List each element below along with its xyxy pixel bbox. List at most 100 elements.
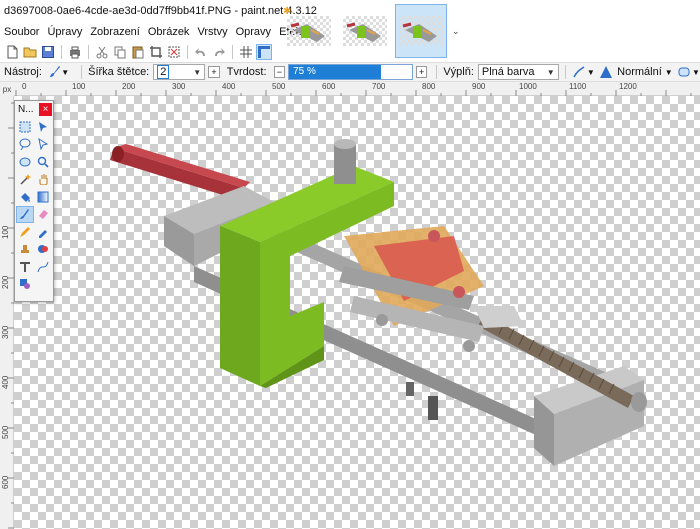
main-toolbar (0, 42, 285, 62)
hardness-value: 75 % (293, 66, 316, 77)
menu-adjustments[interactable]: Opravy (236, 26, 271, 38)
blend-mode-value[interactable]: Normální (617, 66, 662, 78)
eraser-icon[interactable] (34, 206, 52, 223)
ruler-tick-label: 1100 (569, 82, 587, 91)
menu-file[interactable]: Soubor (4, 26, 39, 38)
tools-grid (15, 117, 53, 294)
chevron-down-icon[interactable]: ▼ (61, 68, 69, 77)
ruler-tick-label: 900 (472, 82, 486, 91)
image-canvas[interactable] (14, 96, 700, 529)
chevron-down-icon[interactable]: ▼ (692, 68, 700, 77)
move-selection-icon[interactable] (34, 136, 52, 153)
options-separator (81, 65, 83, 79)
image-thumbnail (287, 16, 331, 46)
vise-render-image (110, 139, 647, 466)
lasso-select-icon[interactable] (16, 136, 34, 153)
magic-wand-icon[interactable] (16, 171, 34, 188)
ruler-toggle-icon[interactable] (256, 44, 272, 60)
menu-layers[interactable]: Vrstvy (197, 26, 227, 38)
image-tabs (283, 4, 447, 62)
ruler-tick-label: 800 (422, 82, 436, 91)
minus-icon[interactable]: − (273, 66, 286, 78)
paste-icon[interactable] (130, 44, 146, 60)
ruler-horizontal: 0 100 200 300 400 500 600 700 800 900 10… (14, 82, 700, 96)
ellipse-select-icon[interactable] (16, 153, 34, 170)
grid-icon[interactable] (238, 44, 254, 60)
clone-stamp-icon[interactable] (16, 241, 34, 258)
paintbrush-tool-icon[interactable] (16, 205, 34, 223)
image-thumbnail (399, 16, 443, 46)
image-tab[interactable] (283, 4, 335, 58)
paintbrush-icon[interactable] (46, 64, 61, 80)
image-thumbnail (343, 16, 387, 46)
ruler-tick-label: 100 (72, 82, 86, 91)
close-icon[interactable]: × (39, 102, 52, 116)
ruler-vertical: 100 200 300 400 500 600 (0, 96, 14, 529)
recolor-icon[interactable] (34, 241, 52, 258)
menu-bar: Soubor Úpravy Zobrazení Obrázek Vrstvy O… (0, 22, 310, 42)
pan-hand-icon[interactable] (34, 171, 52, 188)
window-title: d3697008-0ae6-4cde-ae3d-0dd7ff9bb41f.PNG… (4, 5, 317, 17)
tool-options-bar: Nástroj: ▼ Šířka štětce: 2 ▼ + Tvrdost: … (0, 62, 700, 82)
fill-label: Výplň: (443, 66, 474, 78)
save-icon[interactable] (40, 44, 56, 60)
ruler-tick-label: 0 (22, 82, 27, 91)
menu-image[interactable]: Obrázek (148, 26, 190, 38)
chevron-down-icon[interactable]: ▼ (665, 68, 673, 77)
menu-view[interactable]: Zobrazení (90, 26, 140, 38)
crop-icon[interactable] (148, 44, 164, 60)
selection-mode-icon[interactable] (677, 64, 692, 80)
tools-window-header[interactable]: N... × (15, 101, 53, 117)
image-tab-active[interactable] (395, 4, 447, 58)
shapes-icon[interactable] (16, 276, 34, 293)
new-file-icon[interactable] (4, 44, 20, 60)
options-separator (564, 65, 566, 79)
chevron-down-icon[interactable]: ⌄ (452, 26, 460, 37)
deselect-icon[interactable] (166, 44, 182, 60)
text-icon[interactable] (16, 258, 34, 275)
pencil-icon[interactable] (16, 223, 34, 240)
ruler-tick-label: 600 (1, 475, 10, 489)
chevron-down-icon: ▼ (193, 68, 202, 77)
redo-icon[interactable] (211, 44, 227, 60)
gradient-icon[interactable] (34, 188, 52, 205)
print-icon[interactable] (67, 44, 83, 60)
fill-mode-combo[interactable]: Plná barva ▼ (477, 64, 559, 80)
color-picker-icon[interactable] (34, 223, 52, 240)
undo-icon[interactable] (193, 44, 209, 60)
zoom-icon[interactable] (34, 153, 52, 170)
tool-label: Nástroj: (4, 66, 42, 78)
brush-width-value: 2 (157, 65, 170, 79)
ruler-tick-label: 400 (1, 375, 10, 389)
hardness-label: Tvrdost: (226, 66, 267, 78)
copy-icon[interactable] (112, 44, 128, 60)
line-curve-icon[interactable] (34, 258, 52, 275)
cut-icon[interactable] (94, 44, 110, 60)
options-separator (436, 65, 438, 79)
toolbar-separator (88, 45, 89, 59)
plus-icon[interactable]: + (415, 66, 428, 78)
brush-width-combo[interactable]: 2 ▼ (153, 64, 206, 80)
ruler-tick-label: 300 (1, 325, 10, 339)
plus-icon[interactable]: + (208, 66, 220, 78)
menu-edit[interactable]: Úpravy (47, 26, 82, 38)
open-folder-icon[interactable] (22, 44, 38, 60)
toolbar-separator (61, 45, 62, 59)
ruler-unit: px (0, 82, 14, 96)
hardness-slider[interactable]: 75 % (288, 64, 413, 80)
toolbar-separator (232, 45, 233, 59)
antialiasing-icon[interactable] (572, 64, 587, 80)
chevron-down-icon[interactable]: ▼ (587, 68, 595, 77)
move-selected-pixels-icon[interactable] (34, 118, 52, 135)
paint-bucket-icon[interactable] (16, 188, 34, 205)
blend-mode-icon[interactable] (599, 64, 614, 80)
paint-net-window: d3697008-0ae6-4cde-ae3d-0dd7ff9bb41f.PNG… (0, 0, 700, 529)
fill-mode-value: Plná barva (481, 66, 535, 78)
image-tab[interactable] (339, 4, 391, 58)
rectangle-select-icon[interactable] (16, 118, 34, 135)
chevron-down-icon: ▼ (546, 68, 555, 77)
ruler-tick-label: 100 (1, 225, 10, 239)
ruler-tick-label: 1200 (619, 82, 637, 91)
tools-window-title: N... (18, 103, 34, 115)
tools-window[interactable]: N... × (14, 100, 54, 302)
